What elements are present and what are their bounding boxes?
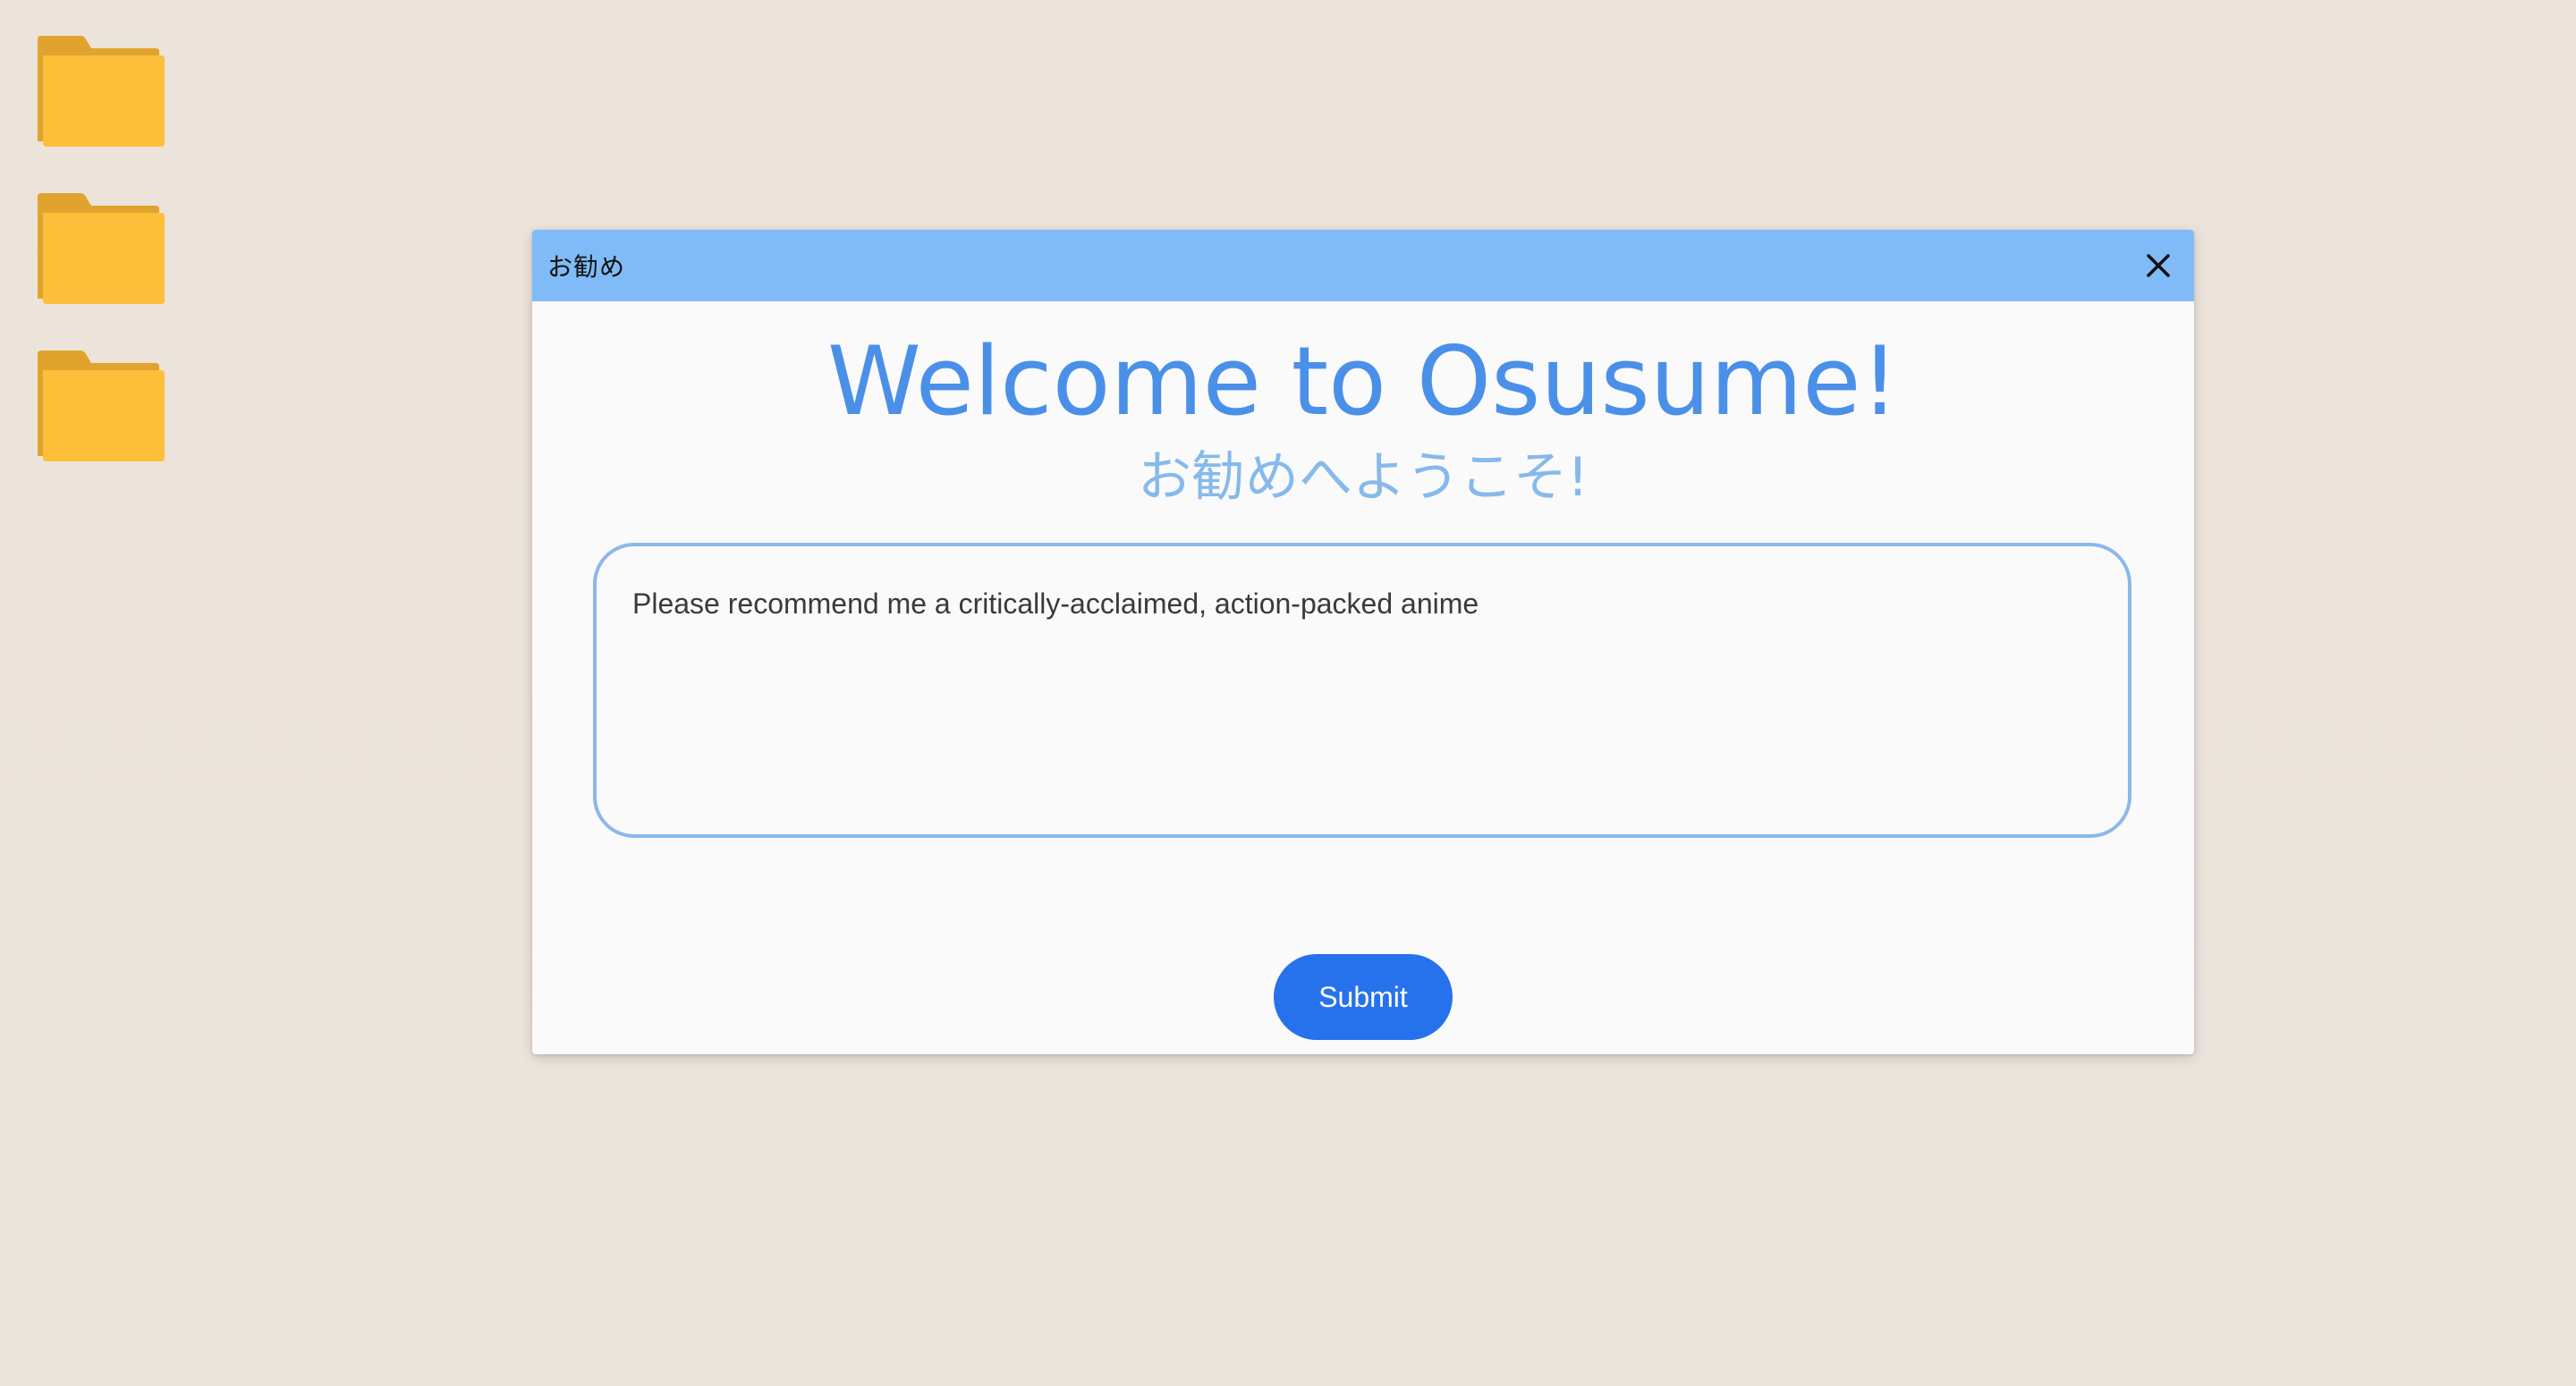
desktop-folder-3[interactable] bbox=[36, 351, 166, 465]
window-content: Welcome to Osusume! お勧めへようこそ! Please rec… bbox=[532, 301, 2194, 1054]
prompt-input[interactable]: Please recommend me a critically-acclaim… bbox=[632, 586, 2092, 795]
submit-button[interactable]: Submit bbox=[1274, 954, 1453, 1040]
window-title: お勧め bbox=[547, 252, 626, 282]
desktop-folder-1[interactable] bbox=[36, 36, 166, 150]
desktop-icons bbox=[36, 36, 166, 508]
osusume-window: お勧め Welcome to Osusume! お勧めへようこそ! Please… bbox=[532, 230, 2194, 1054]
folder-icon bbox=[38, 36, 165, 147]
folder-icon bbox=[38, 193, 165, 304]
welcome-subheading: お勧めへようこそ! bbox=[1137, 446, 1589, 509]
welcome-heading: Welcome to Osusume! bbox=[827, 326, 1899, 436]
desktop-folder-2[interactable] bbox=[36, 193, 166, 308]
close-icon bbox=[2147, 254, 2170, 277]
close-button[interactable] bbox=[2140, 248, 2176, 283]
prompt-input-container: Please recommend me a critically-acclaim… bbox=[593, 543, 2131, 838]
folder-icon bbox=[38, 351, 165, 461]
window-titlebar[interactable]: お勧め bbox=[532, 230, 2194, 301]
